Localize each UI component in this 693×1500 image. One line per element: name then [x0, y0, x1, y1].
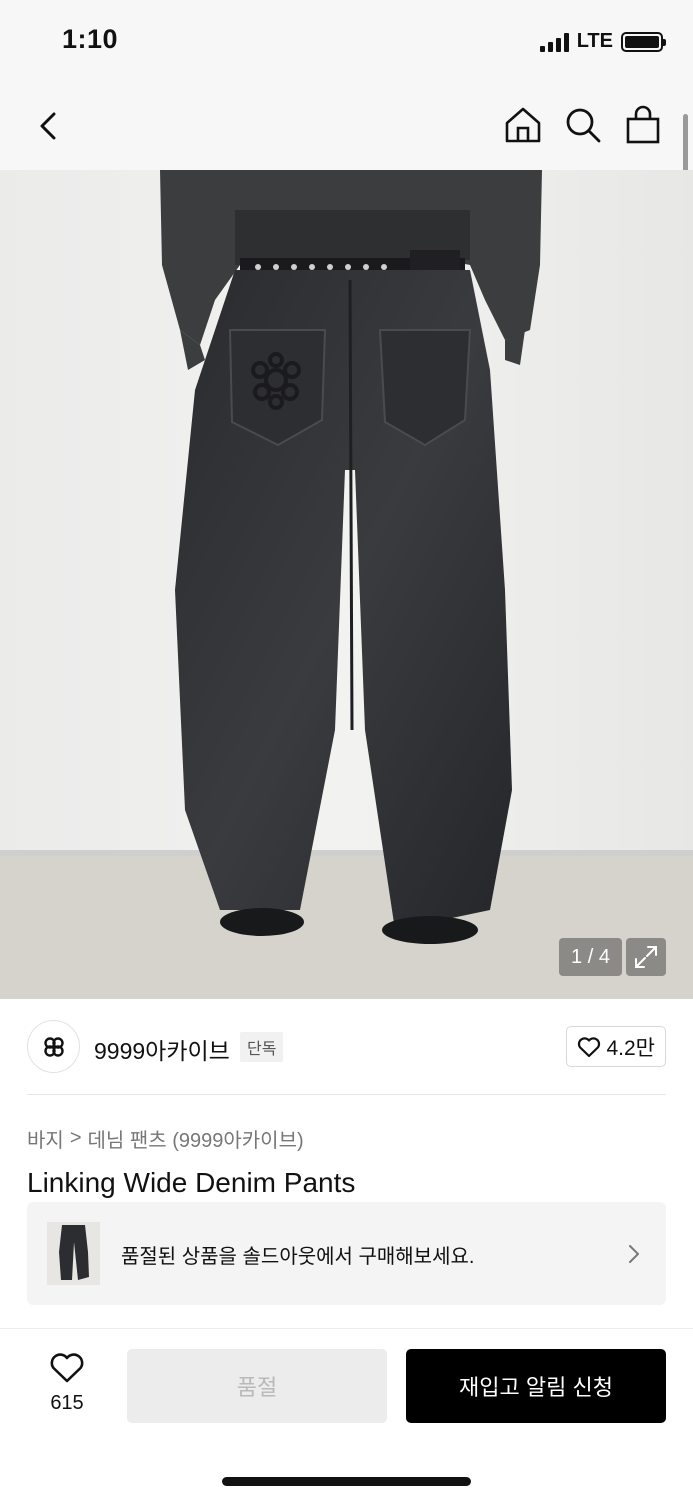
breadcrumb-separator-icon: > [69, 1127, 82, 1149]
top-navigation-bar [0, 86, 693, 170]
back-button[interactable] [30, 106, 70, 146]
shopping-bag-icon [626, 105, 660, 144]
bottom-bar-divider [0, 1328, 693, 1329]
cart-button[interactable] [622, 104, 664, 146]
restock-alert-button[interactable]: 재입고 알림 신청 [406, 1349, 666, 1423]
expand-image-button[interactable] [626, 938, 666, 976]
banner-text: 품절된 상품을 솔드아웃에서 구매해보세요. [121, 1246, 475, 1268]
brand-like-button[interactable]: 4.2만 [566, 1026, 666, 1067]
soldout-banner[interactable]: 품절된 상품을 솔드아웃에서 구매해보세요. [27, 1202, 666, 1305]
status-time: 1:10 [62, 24, 119, 54]
image-counter: 1 / 4 [559, 938, 622, 976]
home-icon [505, 107, 541, 143]
product-title: Linking Wide Denim Pants [27, 1167, 356, 1198]
search-button[interactable] [562, 104, 604, 146]
status-bar: 1:10 LTE [0, 0, 693, 86]
product-photo [0, 170, 693, 999]
network-label: LTE [576, 30, 613, 52]
chevron-right-icon [629, 1245, 639, 1263]
banner-thumbnail [47, 1222, 100, 1285]
search-icon [566, 108, 601, 143]
brand-logo[interactable] [27, 1020, 80, 1073]
exclusive-badge: 단독 [240, 1032, 284, 1062]
heart-outline-icon [50, 1353, 84, 1383]
battery-icon [621, 31, 666, 52]
product-image-carousel[interactable] [0, 170, 693, 999]
brand-name[interactable]: 9999아카이브 [94, 1032, 230, 1066]
brand-logo-icon [43, 1036, 64, 1057]
home-indicator[interactable] [222, 1477, 471, 1486]
breadcrumb: 바지 > 데님 팬츠 (9999아카이브) [27, 1124, 304, 1153]
wish-count: 615 [50, 1392, 84, 1414]
brand-row: 9999아카이브 단독 4.2만 [27, 1020, 666, 1074]
status-indicators: LTE [539, 30, 666, 53]
brand-like-count: 4.2만 [606, 1036, 655, 1060]
chevron-left-icon [40, 112, 56, 140]
breadcrumb-subcategory[interactable]: 데님 팬츠 (9999아카이브) [88, 1124, 304, 1153]
heart-icon [578, 1036, 601, 1057]
signal-icon [539, 32, 569, 52]
expand-icon [635, 946, 657, 968]
wish-button[interactable]: 615 [36, 1352, 98, 1416]
soldout-button[interactable]: 품절 [127, 1349, 387, 1423]
home-button[interactable] [502, 104, 544, 146]
breadcrumb-category[interactable]: 바지 [27, 1124, 64, 1153]
section-divider [27, 1094, 666, 1095]
product-detail-page: 1:10 LTE 1 / 4 9999아카이브 단독 4.2만 바지 > 데님 … [0, 0, 693, 1500]
